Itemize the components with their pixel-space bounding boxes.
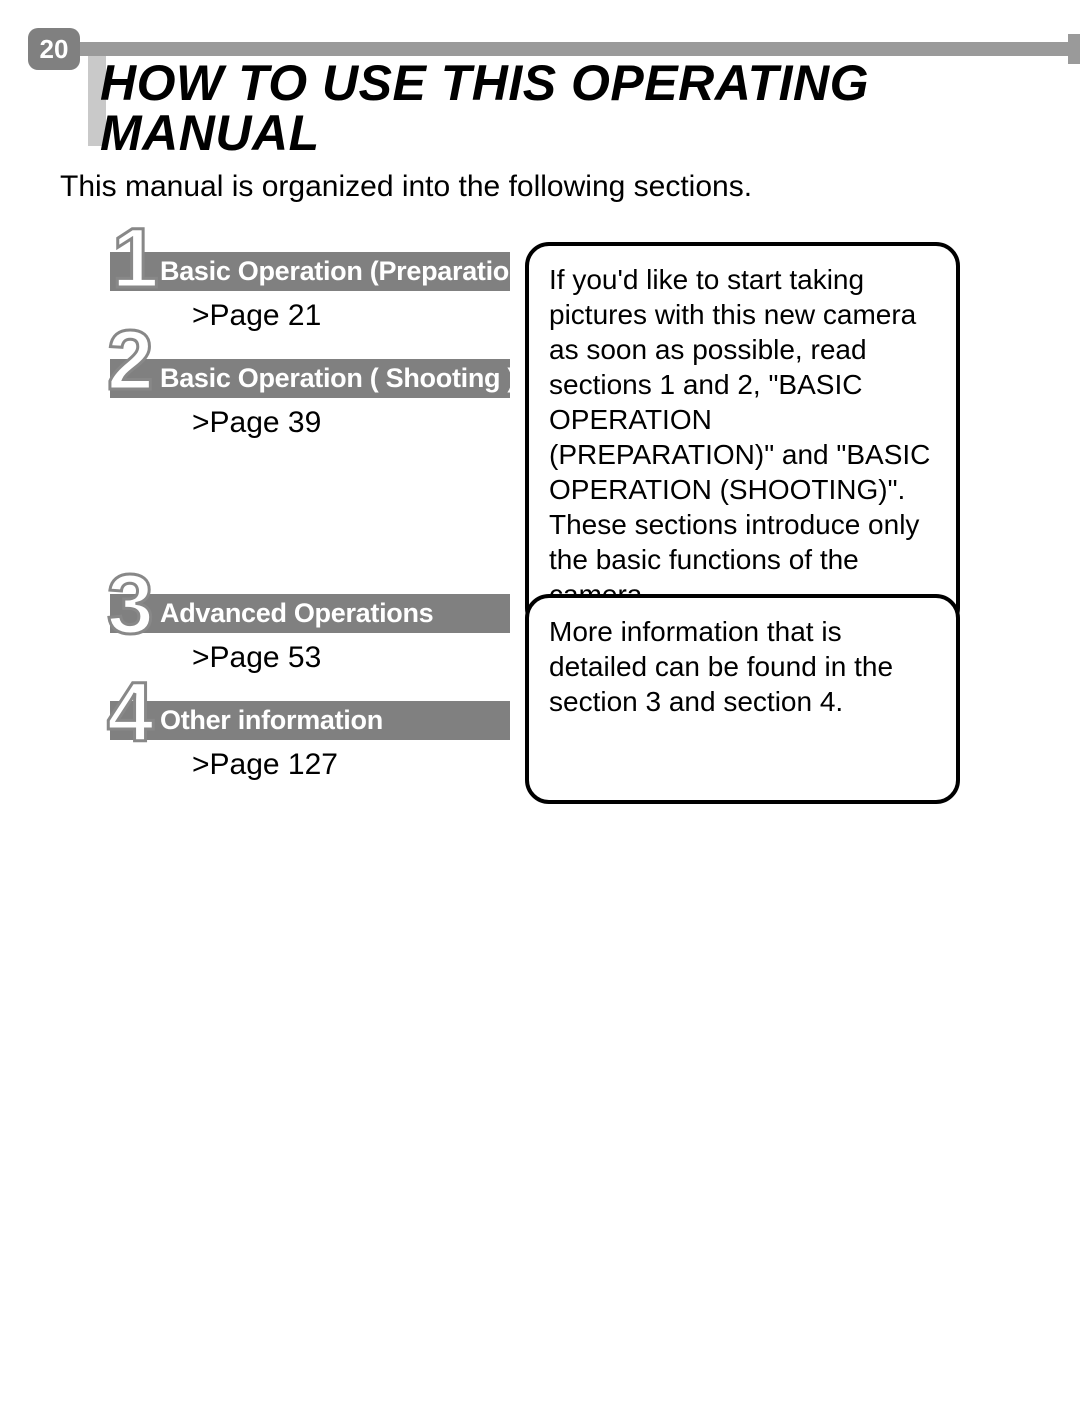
page-number-badge: 20 bbox=[28, 28, 80, 70]
intro-text: This manual is organized into the follow… bbox=[60, 170, 752, 204]
header-rule bbox=[80, 42, 1080, 56]
page-title: HOW TO USE THIS OPERATING MANUAL bbox=[100, 58, 920, 158]
page-ref-other: >Page 127 bbox=[110, 740, 510, 808]
callout-advanced: More information that is detailed can be… bbox=[525, 594, 960, 804]
section-bar-advanced: Advanced Operations bbox=[110, 594, 510, 633]
section-number-3: 3 bbox=[107, 562, 154, 646]
section-bar-shooting: Basic Operation ( Shooting ) bbox=[110, 359, 510, 398]
callout-basic: If you'd like to start taking pictures w… bbox=[525, 242, 960, 632]
page-ref-advanced: >Page 53 bbox=[110, 633, 510, 701]
section-bar-other: Other information bbox=[110, 701, 510, 740]
section-group-basic: Basic Operation (Preparation) >Page 21 B… bbox=[110, 252, 510, 466]
section-number-2: 2 bbox=[107, 318, 154, 402]
section-bar-preparation: Basic Operation (Preparation) bbox=[110, 252, 510, 291]
section-number-1: 1 bbox=[112, 216, 159, 300]
section-group-advanced: Advanced Operations >Page 53 Other infor… bbox=[110, 594, 510, 808]
header-tab bbox=[1068, 34, 1080, 64]
page-ref-preparation: >Page 21 bbox=[110, 291, 510, 359]
page-ref-shooting: >Page 39 bbox=[110, 398, 510, 466]
section-number-4: 4 bbox=[107, 670, 154, 754]
